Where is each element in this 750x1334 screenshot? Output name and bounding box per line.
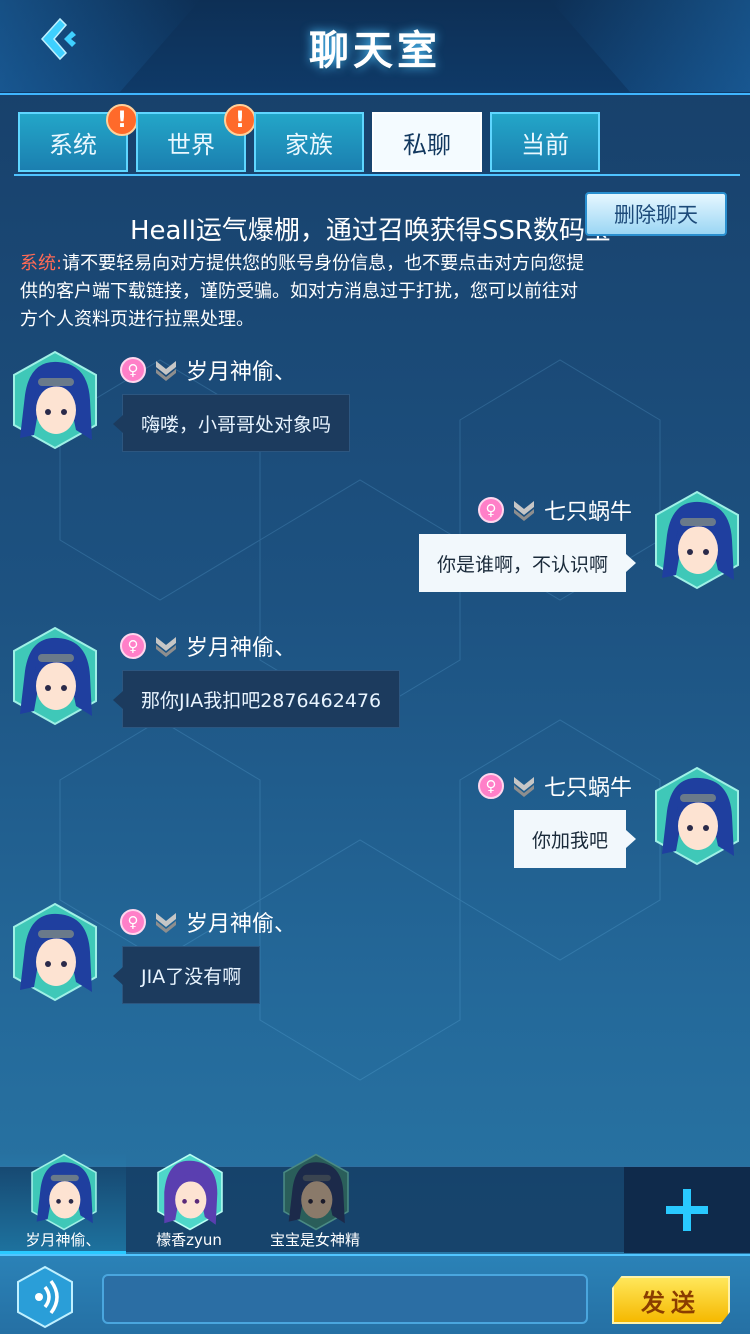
voice-button[interactable] [14,1264,76,1330]
contact-item[interactable]: 檬香zyun [126,1153,252,1253]
recent-contacts-bar: 岁月神偷、 檬香zyun 宝宝是女神精 [0,1153,750,1255]
contact-item[interactable]: 宝宝是女神精 [252,1153,378,1253]
tab-label: 世界 [167,130,215,159]
avatar[interactable] [10,902,100,1002]
message-input[interactable] [102,1274,588,1324]
female-icon: ♀ [120,633,146,659]
contact-item[interactable]: 岁月神偷、 [0,1153,126,1255]
tab-label: 家族 [285,130,333,159]
avatar-image [13,902,97,1002]
chat-message: ♀ 岁月神偷、 JIA了没有啊 [0,902,750,1022]
contact-name: 岁月神偷、 [25,1231,101,1249]
female-icon: ♀ [120,909,146,935]
chat-message: ♀ 七只蜗牛 你是谁啊，不认识啊 [0,490,750,610]
send-button[interactable]: 发送 [612,1276,730,1324]
rank-chevron-icon [154,635,178,657]
system-label: 系统: [20,253,63,274]
avatar-image [13,626,97,726]
tab-label: 系统 [49,130,97,159]
sender-row: ♀ 岁月神偷、 [120,630,296,662]
contact-name: 宝宝是女神精 [269,1231,360,1249]
avatar[interactable] [10,626,100,726]
rank-chevron-icon [154,359,178,381]
avatar[interactable] [10,350,100,450]
page-title: 聊天室 [309,28,441,74]
plus-icon [666,1189,708,1231]
contact-avatar [154,1153,226,1231]
alert-badge-icon: ! [224,104,256,136]
header-bar: 聊天室 [0,0,750,95]
contact-avatar [280,1153,352,1231]
contact-avatar [28,1153,100,1231]
contact-name: 檬香zyun [156,1231,222,1249]
message-bubble[interactable]: 那你JIA我扣吧2876462476 [112,670,401,728]
female-icon: ♀ [120,357,146,383]
chat-message: ♀ 七只蜗牛 你加我吧 [0,766,750,886]
tab-current[interactable]: 当前 [490,112,600,172]
chat-message: ♀ 岁月神偷、 嗨喽，小哥哥处对象吗 [0,350,750,470]
sender-row: ♀ 岁月神偷、 [120,354,296,386]
sender-name: 七只蜗牛 [543,500,632,525]
sender-name: 岁月神偷、 [186,912,297,937]
tab-system[interactable]: 系统 ! [18,104,138,172]
sender-row: ♀ 七只蜗牛 [477,770,632,802]
voice-icon [17,1265,73,1329]
rank-chevron-icon [512,499,536,521]
rank-chevron-icon [512,775,536,797]
alert-badge-icon: ! [106,104,138,136]
avatar-image [655,490,739,590]
avatar[interactable] [652,766,742,866]
tab-label: 当前 [521,130,569,159]
system-notice: 系统:请不要轻易向对方提供您的账号身份信息，也不要点击对方向您提供的客户端下载链… [20,250,590,334]
chat-message: ♀ 岁月神偷、 那你JIA我扣吧2876462476 [0,626,750,746]
channel-tabs: 系统 ! 世界 ! 家族 私聊 当前 [18,104,738,174]
avatar-image [31,1153,97,1231]
tab-private-chat[interactable]: 私聊 [372,112,482,172]
delete-chat-button[interactable]: 删除聊天 [585,192,727,236]
tab-world[interactable]: 世界 ! [136,104,256,172]
avatar-image [283,1153,349,1231]
female-icon: ♀ [477,497,504,523]
system-notice-text: 请不要轻易向对方提供您的账号身份信息，也不要点击对方向您提供的客户端下载链接，谨… [20,253,585,330]
message-bubble[interactable]: JIA了没有啊 [112,946,261,1004]
sender-row: ♀ 岁月神偷、 [120,906,296,938]
add-contact-button[interactable] [624,1167,750,1253]
rank-chevron-icon [154,911,178,933]
message-bubble[interactable]: 你加我吧 [513,810,637,868]
sender-row: ♀ 七只蜗牛 [477,494,632,526]
announcement-marquee: Heall运气爆棚，通过召唤获得SSR数码宝 [130,216,610,246]
tab-label: 私聊 [403,130,451,159]
message-bubble[interactable]: 你是谁啊，不认识啊 [418,534,637,592]
input-bar: 发送 [0,1254,750,1334]
avatar[interactable] [652,490,742,590]
avatar-image [13,350,97,450]
sender-name: 七只蜗牛 [543,776,632,801]
sender-name: 岁月神偷、 [186,360,297,385]
avatar-image [157,1153,223,1231]
tab-family[interactable]: 家族 [254,112,364,172]
avatar-image [655,766,739,866]
sender-name: 岁月神偷、 [186,636,297,661]
message-bubble[interactable]: 嗨喽，小哥哥处对象吗 [112,394,351,452]
female-icon: ♀ [477,773,504,799]
tabs-divider [14,174,740,176]
